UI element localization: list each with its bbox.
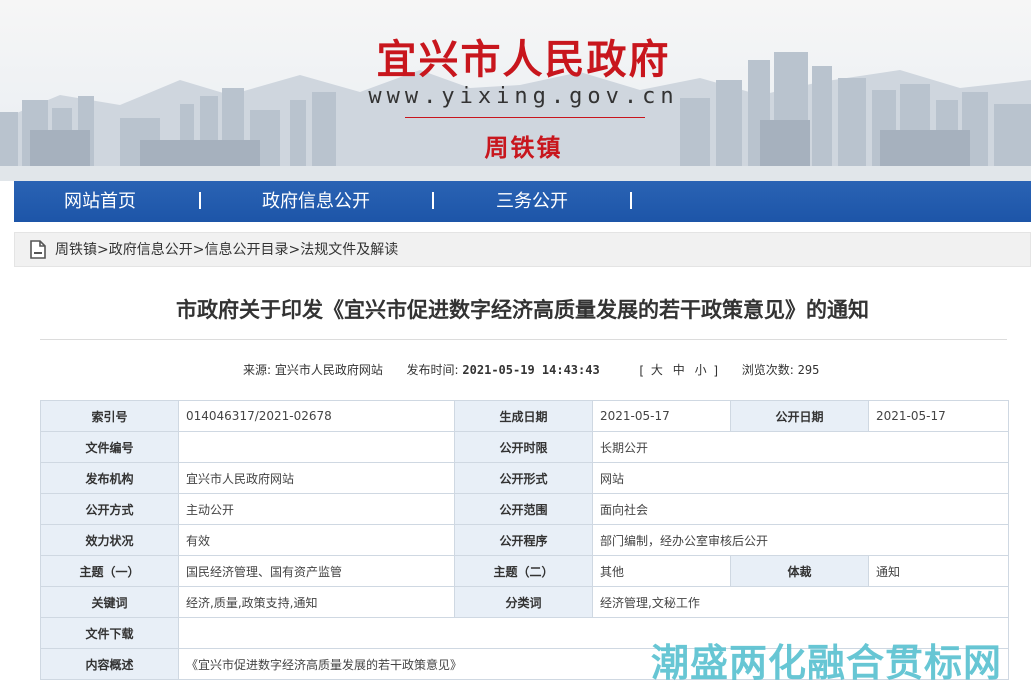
bracket-open: [ xyxy=(639,363,645,378)
cell-value: 014046317/2021-02678 xyxy=(178,400,455,432)
breadcrumb-separator: > xyxy=(97,242,109,258)
cell-label: 主题（一） xyxy=(40,555,179,587)
nav-item-gov-info[interactable]: 政府信息公开 xyxy=(262,181,370,222)
article-meta: 来源: 宜兴市人民政府网站 发布时间: 2021-05-19 14:43:43 … xyxy=(243,361,819,379)
cell-label: 体裁 xyxy=(730,555,869,587)
cell-value: 国民经济管理、国有资产监管 xyxy=(178,555,455,587)
title-divider xyxy=(40,339,1007,340)
nav-separator xyxy=(432,192,434,209)
article-title: 市政府关于印发《宜兴市促进数字经济高质量发展的若干政策意见》的通知 xyxy=(176,298,869,322)
cell-value: 2021-05-17 xyxy=(592,400,731,432)
cell-label: 索引号 xyxy=(40,400,179,432)
nav-item-three-affairs[interactable]: 三务公开 xyxy=(496,181,568,222)
town-name: 周铁镇 xyxy=(484,133,563,162)
nav-separator xyxy=(199,192,201,209)
cell-label: 分类词 xyxy=(454,586,593,618)
cell-value: 面向社会 xyxy=(592,493,1009,525)
table-row: 文件编号 公开时限 长期公开 xyxy=(40,431,1009,463)
cell-value: 有效 xyxy=(178,524,455,556)
breadcrumb: 周铁镇>政府信息公开>信息公开目录>法规文件及解读 xyxy=(14,232,1031,267)
cell-label: 生成日期 xyxy=(454,400,593,432)
breadcrumb-item-gov-info[interactable]: 政府信息公开 xyxy=(109,242,193,258)
table-row: 关键词 经济,质量,政策支持,通知 分类词 经济管理,文秘工作 xyxy=(40,586,1009,618)
cell-value: 通知 xyxy=(868,555,1009,587)
cell-value: 2021-05-17 xyxy=(868,400,1009,432)
cell-label: 公开范围 xyxy=(454,493,593,525)
cell-value: 宜兴市人民政府网站 xyxy=(178,462,455,494)
cell-label: 内容概述 xyxy=(40,648,179,680)
cell-label: 主题（二） xyxy=(454,555,593,587)
breadcrumb-item-town[interactable]: 周铁镇 xyxy=(55,242,97,258)
breadcrumb-separator: > xyxy=(288,242,301,258)
cell-label: 发布机构 xyxy=(40,462,179,494)
cell-label: 公开时限 xyxy=(454,431,593,463)
breadcrumb-separator: > xyxy=(192,242,205,258)
document-icon xyxy=(30,240,46,263)
nav-item-home[interactable]: 网站首页 xyxy=(64,181,136,222)
url-underline xyxy=(405,117,645,118)
cell-label: 公开形式 xyxy=(454,462,593,494)
site-url: www.yixing.gov.cn xyxy=(368,84,679,109)
cell-label: 公开方式 xyxy=(40,493,179,525)
watermark-text: 潮盛两化融合贯标网 xyxy=(651,641,1003,681)
views-label: 浏览次数: xyxy=(741,363,794,377)
publish-label: 发布时间: xyxy=(406,363,459,377)
cell-value: 网站 xyxy=(592,462,1009,494)
cell-label: 效力状况 xyxy=(40,524,179,556)
table-row: 效力状况 有效 公开程序 部门编制，经办公室审核后公开 xyxy=(40,524,1009,556)
font-medium-link[interactable]: 中 xyxy=(670,363,688,377)
cell-value: 经济,质量,政策支持,通知 xyxy=(178,586,455,618)
table-row: 索引号 014046317/2021-02678 生成日期 2021-05-17… xyxy=(40,400,1009,432)
breadcrumb-item-regulations[interactable]: 法规文件及解读 xyxy=(300,242,398,258)
breadcrumb-item-catalog[interactable]: 信息公开目录 xyxy=(204,242,288,258)
site-title: 宜兴市人民政府 xyxy=(376,36,671,83)
header-banner: 宜兴市人民政府 www.yixing.gov.cn 周铁镇 xyxy=(0,0,1031,181)
table-row: 发布机构 宜兴市人民政府网站 公开形式 网站 xyxy=(40,462,1009,494)
table-row: 主题（一） 国民经济管理、国有资产监管 主题（二） 其他 体裁 通知 xyxy=(40,555,1009,587)
views-count: 295 xyxy=(797,362,820,377)
nav-separator xyxy=(630,192,632,209)
cell-label: 关键词 xyxy=(40,586,179,618)
cell-label: 公开程序 xyxy=(454,524,593,556)
publish-time: 2021-05-19 14:43:43 xyxy=(462,362,600,377)
bracket-close: ] xyxy=(713,363,719,378)
cell-value xyxy=(178,431,455,463)
cell-value: 经济管理,文秘工作 xyxy=(592,586,1009,618)
font-size-switcher: [ 大 中 小 ] xyxy=(639,361,718,378)
cell-label: 文件编号 xyxy=(40,431,179,463)
cell-value: 部门编制，经办公室审核后公开 xyxy=(592,524,1009,556)
cell-value: 主动公开 xyxy=(178,493,455,525)
font-large-link[interactable]: 大 xyxy=(648,363,666,377)
cell-value: 长期公开 xyxy=(592,431,1009,463)
cell-label: 文件下载 xyxy=(40,617,179,649)
main-nav: 网站首页 政府信息公开 三务公开 xyxy=(14,181,1031,222)
table-row: 公开方式 主动公开 公开范围 面向社会 xyxy=(40,493,1009,525)
font-small-link[interactable]: 小 xyxy=(692,363,710,377)
source-value: 宜兴市人民政府网站 xyxy=(274,363,383,377)
cell-value: 其他 xyxy=(592,555,731,587)
source-label: 来源: xyxy=(243,363,272,377)
cell-label: 公开日期 xyxy=(730,400,869,432)
